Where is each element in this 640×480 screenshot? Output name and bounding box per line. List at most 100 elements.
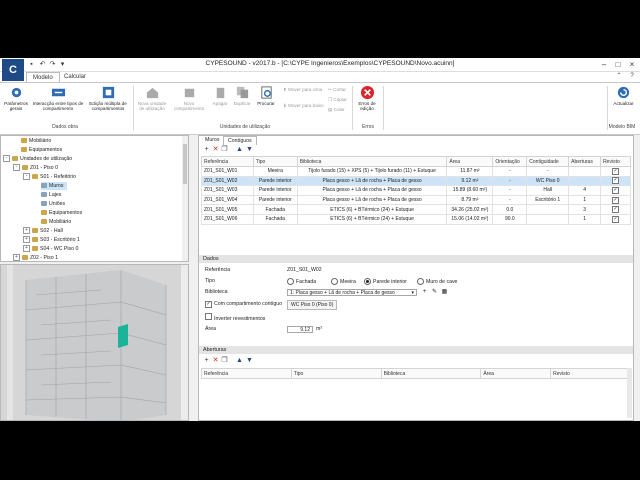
cell-revisto[interactable]: ✓ (600, 166, 631, 177)
add-library-icon[interactable]: + (421, 289, 428, 296)
3d-view[interactable] (0, 264, 189, 421)
tree-node[interactable]: - Unidades de utilização (3, 155, 72, 163)
library-grid-icon[interactable]: ▦ (441, 289, 448, 296)
referencia-value[interactable]: Z01_S01_W02 (287, 267, 322, 274)
table-row[interactable]: Z01_S01_W05 Fachada ETICS (6) + BTérmico… (201, 204, 631, 215)
col-header[interactable]: Revisto (550, 368, 631, 379)
radio-muro-cave[interactable]: Muro de cave (417, 278, 457, 286)
edit-library-icon[interactable]: ✎ (431, 289, 438, 296)
tree-node-selected[interactable]: Muros (41, 182, 68, 190)
col-header[interactable]: Biblioteca (296, 156, 448, 167)
save-icon[interactable]: ▪ (27, 60, 36, 69)
checkbox[interactable]: ✓ (612, 177, 620, 185)
redo-icon[interactable]: ↷ (48, 60, 57, 69)
inverter-checkbox[interactable]: Inverter revestimentos (205, 313, 265, 323)
ribbon-minimize-icon[interactable]: ⌃ (613, 71, 625, 82)
tree-scrollbar[interactable] (182, 136, 188, 261)
radio-fachada[interactable]: Fachada (287, 278, 316, 286)
cell-revisto[interactable]: ✓ (600, 204, 631, 215)
tree-node[interactable]: Equipamentos (21, 146, 62, 154)
edicao-multipla-button[interactable]: Edição múltipla de compartimentos (86, 85, 130, 111)
tree-node[interactable]: + S04 - WC Piso 0 (23, 245, 78, 253)
duplicar-button[interactable]: Duplicar (231, 85, 253, 106)
expand-icon[interactable]: + (23, 245, 30, 253)
radio-icon-selected[interactable] (364, 278, 371, 285)
collapse-icon[interactable]: - (3, 155, 10, 163)
cell-revisto[interactable]: ✓ (600, 175, 631, 187)
col-header[interactable]: Tipo (252, 156, 298, 167)
cell-revisto[interactable]: ✓ (600, 213, 631, 225)
col-header[interactable]: Revisto (600, 156, 631, 167)
radio-parede-interior[interactable]: Parede interior (364, 278, 407, 286)
tab-contiguos[interactable]: Contíguos (223, 136, 257, 145)
col-header[interactable]: Contiguidade (526, 156, 570, 167)
cortar-button[interactable]: ✂ Cortar (328, 87, 346, 92)
maximize-icon[interactable]: □ (612, 59, 624, 70)
contiguo-checkbox[interactable]: ✓ Com compartimento contíguo (205, 301, 282, 308)
col-header[interactable]: Área (446, 156, 494, 167)
aberturas-scrollbar[interactable] (627, 368, 632, 418)
cell-revisto[interactable]: ✓ (600, 185, 631, 196)
checkbox[interactable]: ✓ (612, 196, 620, 204)
close-icon[interactable]: × (626, 59, 638, 70)
col-header[interactable]: Aberturas (568, 156, 602, 167)
parametros-gerais-button[interactable]: Parâmetros gerais (2, 85, 30, 111)
tree-node[interactable]: Uniões (41, 200, 65, 208)
radio-icon[interactable] (417, 278, 424, 285)
mover-cima-button[interactable]: ⬆ Mover para cima (283, 87, 322, 92)
novo-compartimento-button[interactable]: Novo compartimento (170, 85, 208, 111)
tree-node[interactable]: + S02 - Hall (23, 227, 63, 235)
checkbox[interactable] (205, 313, 212, 320)
interaccao-tipos-button[interactable]: Interacção entre tipos de compartimento (32, 85, 84, 111)
delete-row-icon[interactable]: ✕ (212, 357, 219, 364)
radio-icon[interactable] (331, 278, 338, 285)
tree-node[interactable]: Lajes (41, 191, 61, 199)
tree-node[interactable]: - S01 - Refeitório (23, 173, 76, 181)
erros-edicao-button[interactable]: Erros de edição (354, 85, 380, 111)
collapse-icon[interactable]: - (23, 173, 30, 181)
table-row[interactable]: Z01_S01_W04 Parede interior Placa gesso … (201, 194, 631, 206)
table-row-selected[interactable]: Z01_S01_W02 Parede interior Placa gesso … (201, 175, 631, 187)
radio-icon[interactable] (287, 278, 294, 285)
checkbox[interactable]: ✓ (612, 215, 620, 223)
radio-meeira[interactable]: Meeira (331, 278, 356, 286)
expand-icon[interactable]: + (13, 254, 20, 261)
copy-icon[interactable]: ❐ (221, 357, 228, 364)
checkbox-checked[interactable]: ✓ (205, 301, 212, 308)
actualizar-button[interactable]: Actualizar (609, 85, 638, 106)
tree-node[interactable]: Mobiliário (41, 218, 71, 226)
delete-row-icon[interactable]: ✕ (212, 146, 219, 153)
copy-icon[interactable]: ❐ (221, 146, 228, 153)
contiguo-value[interactable]: WC Piso 0 (Piso 0) (287, 300, 338, 310)
checkbox[interactable]: ✓ (612, 186, 620, 194)
col-header[interactable]: Área (480, 368, 552, 379)
tab-calcular[interactable]: Calcular (58, 72, 92, 82)
tree-node[interactable]: + S03 - Escritório 1 (23, 236, 80, 244)
table-row[interactable]: Z01_S01_W06 Fachada ETICS (6) + BTérmico… (201, 213, 631, 225)
dropdown-icon[interactable]: ▾ (58, 60, 67, 69)
col-header[interactable]: Biblioteca (380, 368, 482, 379)
arrow-down-icon[interactable]: ▼ (246, 357, 253, 364)
area-input[interactable]: 9.12 (287, 326, 313, 333)
procurar-button[interactable]: Procurar (254, 85, 278, 106)
tree-node[interactable]: - Z01 - Piso 0 (13, 164, 58, 172)
arrow-up-icon[interactable]: ▲ (236, 146, 243, 153)
expand-icon[interactable]: + (23, 236, 30, 244)
colar-button[interactable]: ▤ Colar (328, 107, 345, 112)
collapse-icon[interactable]: - (13, 164, 20, 172)
expand-icon[interactable]: + (23, 227, 30, 235)
apagar-button[interactable]: Apagar (210, 85, 230, 106)
col-header[interactable]: Referência (201, 156, 254, 167)
add-icon[interactable]: + (203, 146, 210, 153)
mover-baixo-button[interactable]: ⬇ Mover para baixo (283, 103, 324, 108)
checkbox[interactable]: ✓ (612, 167, 620, 175)
table-row[interactable]: Z01_S01_W01 Meeira Tijolo furado (15) + … (201, 166, 631, 177)
col-header[interactable]: Referência (201, 368, 292, 379)
arrow-down-icon[interactable]: ▼ (246, 146, 253, 153)
minimize-icon[interactable]: – (598, 59, 610, 70)
checkbox[interactable]: ✓ (612, 206, 620, 214)
copiar-button[interactable]: ❐ Copiar (328, 97, 347, 102)
tree-node[interactable]: Mobiliário (21, 137, 51, 145)
add-icon[interactable]: + (203, 357, 210, 364)
help-icon[interactable]: ? (626, 71, 638, 82)
